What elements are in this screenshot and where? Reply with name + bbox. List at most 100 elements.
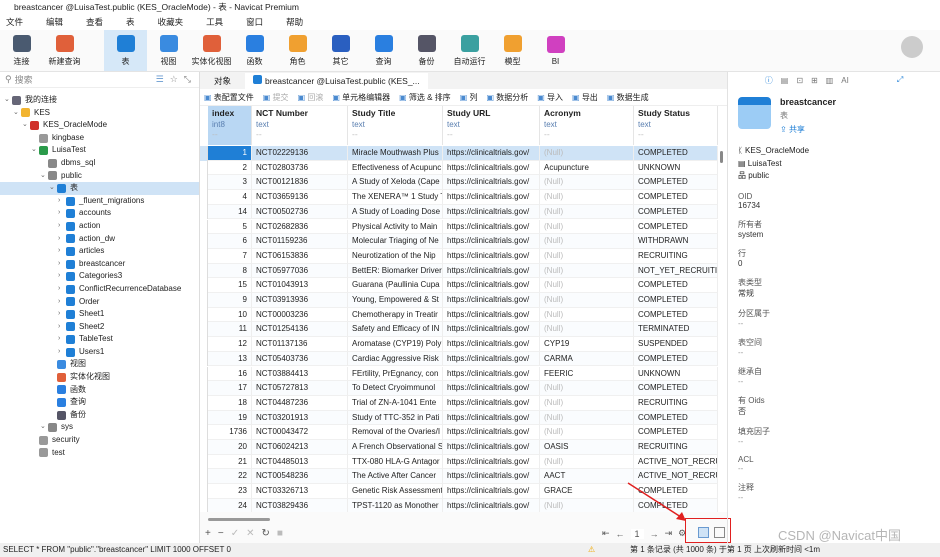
grid-tool-button-7[interactable]: ▣ 导入 [537, 92, 563, 103]
chevron-icon[interactable]: ⌄ [40, 421, 48, 434]
table-cell[interactable]: 9 [208, 293, 252, 308]
column-header[interactable]: Study Status text -- [634, 106, 718, 145]
table-cell[interactable]: 2 [208, 160, 252, 176]
tab-objects[interactable]: 对象 [200, 73, 245, 89]
tree-item[interactable]: › Sheet2 [0, 321, 199, 334]
toolbar-button-8[interactable]: 查询 [362, 30, 405, 71]
table-cell[interactable]: (Null) [540, 293, 634, 308]
tree-item[interactable]: › ConflictRecurrenceDatabase [0, 283, 199, 296]
table-cell[interactable]: Miracle Mouthwash Plus [348, 146, 443, 161]
table-cell[interactable]: https://clinicaltrials.gov/ [443, 366, 540, 382]
tree-item[interactable]: › Order [0, 296, 199, 309]
table-cell[interactable]: NCT03884413 [252, 366, 348, 382]
table-cell[interactable]: COMPLETED [634, 278, 718, 293]
table-cell[interactable]: The Active After Cancer [348, 469, 443, 485]
chevron-icon[interactable]: › [58, 245, 66, 258]
table-cell[interactable]: Chemotherapy in Treatir [348, 307, 443, 323]
horizontal-scrollbar[interactable] [208, 518, 270, 521]
row-marker[interactable] [200, 351, 208, 367]
table-cell[interactable]: https://clinicaltrials.gov/ [443, 351, 540, 367]
table-cell[interactable]: 17 [208, 381, 252, 396]
table-cell[interactable]: Trial of ZN-A-1041 Ente [348, 395, 443, 411]
form-view-button[interactable] [714, 527, 725, 538]
table-cell[interactable]: https://clinicaltrials.gov/ [443, 307, 540, 323]
column-header[interactable]: NCT Number text -- [252, 106, 348, 145]
table-cell[interactable]: RECRUITING [634, 440, 718, 455]
tree-item[interactable]: › action [0, 220, 199, 233]
table-cell[interactable]: NOT_YET_RECRUITING [634, 263, 718, 279]
vertical-scrollbar[interactable] [720, 151, 723, 163]
table-cell[interactable]: COMPLETED [634, 204, 718, 220]
next-page-button[interactable]: → [650, 529, 659, 539]
tree-item[interactable]: 函数 [0, 384, 199, 397]
star-icon[interactable]: ☆ [170, 74, 178, 85]
table-cell[interactable]: FEERIC [540, 366, 634, 382]
delete-record-button[interactable]: − [218, 528, 231, 539]
table-cell[interactable]: (Null) [540, 219, 634, 235]
table-cell[interactable]: 11 [208, 322, 252, 338]
grid-tool-button-6[interactable]: ▣ 数据分析 [486, 92, 528, 103]
table-cell[interactable]: 12 [208, 337, 252, 352]
table-cell[interactable]: 3 [208, 175, 252, 191]
chevron-icon[interactable]: ⌄ [13, 107, 21, 120]
table-cell[interactable]: https://clinicaltrials.gov/ [443, 410, 540, 426]
row-marker[interactable] [200, 440, 208, 455]
sidebar-search-input[interactable]: 搜索 [15, 73, 156, 86]
table-cell[interactable]: https://clinicaltrials.gov/ [443, 484, 540, 499]
table-cell[interactable]: Guarana (Paullinia Cupa [348, 278, 443, 293]
toolbar-button-3[interactable]: 视图 [147, 30, 190, 71]
chevron-icon[interactable]: › [58, 283, 66, 296]
row-marker[interactable] [200, 454, 208, 470]
grid-tool-button-8[interactable]: ▣ 导出 [572, 92, 598, 103]
chevron-icon[interactable]: › [58, 346, 66, 359]
chevron-icon[interactable]: › [58, 333, 66, 346]
table-cell[interactable]: The XENERA™ 1 Study T [348, 190, 443, 205]
table-cell[interactable]: BettER: Biomarker Driver [348, 263, 443, 279]
table-cell[interactable]: To Detect Cryoimmunol [348, 381, 443, 396]
table-cell[interactable]: 21 [208, 454, 252, 470]
row-marker[interactable] [200, 469, 208, 485]
table-cell[interactable]: https://clinicaltrials.gov/ [443, 190, 540, 205]
tree-item[interactable]: dbms_sql [0, 157, 199, 170]
column-header[interactable]: index int8 -- [208, 106, 252, 145]
toolbar-button-5[interactable]: 函数 [233, 30, 276, 71]
grid-tool-button-0[interactable]: ▣ 表配置文件 [204, 92, 254, 103]
row-marker[interactable] [200, 395, 208, 411]
table-cell[interactable]: https://clinicaltrials.gov/ [443, 381, 540, 396]
table-cell[interactable]: NCT00003236 [252, 307, 348, 323]
page-input[interactable]: 1 [630, 528, 644, 539]
table-cell[interactable]: NCT01159236 [252, 234, 348, 249]
tree-item[interactable]: test [0, 447, 199, 460]
menu-item[interactable]: 编辑 [46, 16, 63, 28]
row-marker[interactable] [200, 381, 208, 396]
chevron-icon[interactable]: › [58, 207, 66, 220]
table-cell[interactable]: COMPLETED [634, 219, 718, 235]
table-cell[interactable]: COMPLETED [634, 175, 718, 191]
table-cell[interactable]: 4 [208, 190, 252, 205]
toolbar-button-4[interactable]: 实体化视图 [190, 30, 233, 71]
tree-item[interactable]: › Sheet1 [0, 308, 199, 321]
table-cell[interactable]: 8 [208, 263, 252, 279]
table-cell[interactable]: https://clinicaltrials.gov/ [443, 175, 540, 191]
table-cell[interactable]: https://clinicaltrials.gov/ [443, 440, 540, 455]
table-cell[interactable]: COMPLETED [634, 293, 718, 308]
table-cell[interactable]: Cardiac Aggressive Risk [348, 351, 443, 367]
toolbar-button-7[interactable]: 其它 [319, 30, 362, 71]
table-cell[interactable]: Safety and Efficacy of IN [348, 322, 443, 338]
stop-button[interactable]: ■ [277, 528, 290, 539]
table-cell[interactable]: 22 [208, 469, 252, 485]
tree-item[interactable]: › accounts [0, 207, 199, 220]
avatar[interactable] [901, 36, 923, 58]
grid-tool-button-1[interactable]: ▣ 提交 [263, 92, 289, 103]
grid-tool-button-5[interactable]: ▣ 列 [460, 92, 478, 103]
table-cell[interactable]: (Null) [540, 307, 634, 323]
table-cell[interactable]: A Study of Xeloda (Cape [348, 175, 443, 191]
menu-item[interactable]: 收藏夹 [158, 16, 184, 28]
table-cell[interactable]: 23 [208, 484, 252, 499]
row-marker[interactable] [200, 175, 208, 191]
table-cell[interactable]: NCT03913936 [252, 293, 348, 308]
table-cell[interactable]: NCT03659136 [252, 190, 348, 205]
table-cell[interactable]: NCT05727813 [252, 381, 348, 396]
table-cell[interactable]: Neurotization of the Nip [348, 248, 443, 264]
table-cell[interactable]: (Null) [540, 278, 634, 293]
